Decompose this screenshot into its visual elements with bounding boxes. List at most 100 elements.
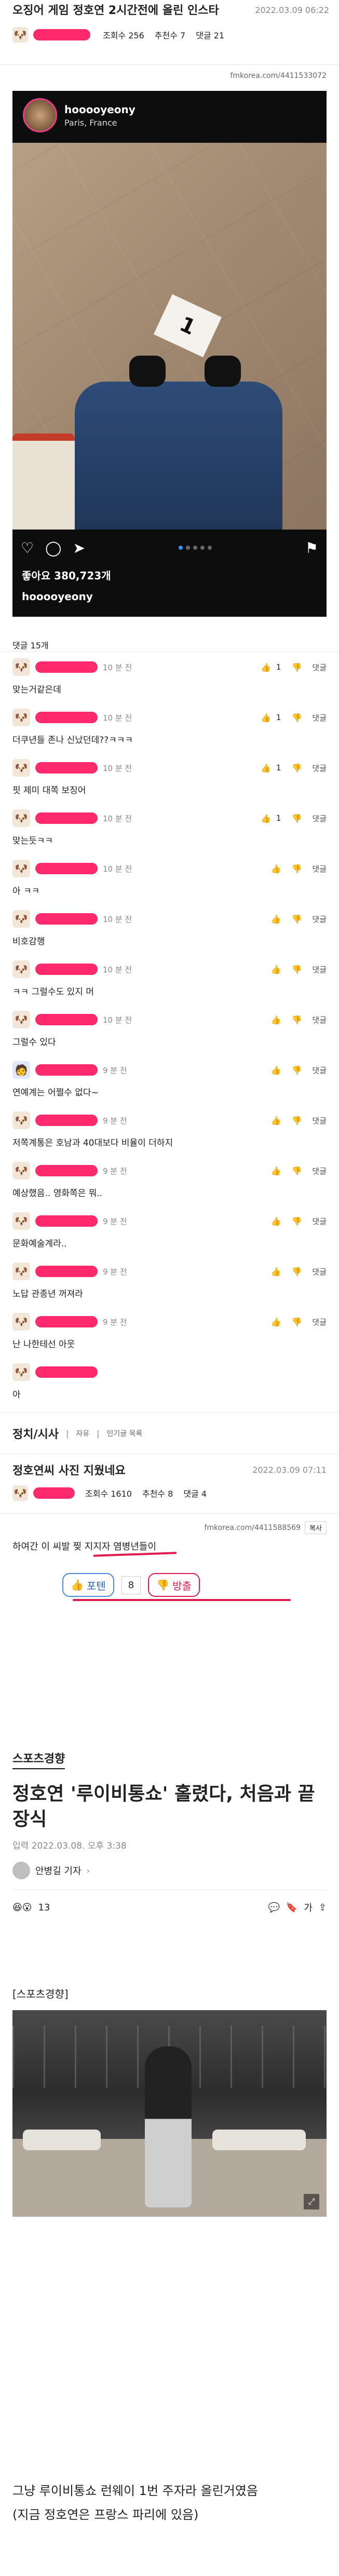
like-icon[interactable]: 👍 <box>261 814 271 823</box>
commenter-avatar[interactable]: 🐶 <box>12 1011 30 1028</box>
vote-down-button[interactable]: 👎 방출 <box>148 1573 200 1597</box>
source-url[interactable]: fmkorea.com/4411533072 <box>230 72 327 80</box>
dislike-icon[interactable]: 👎 <box>291 1216 302 1226</box>
dislike-icon[interactable]: 👎 <box>291 914 302 924</box>
commenter-avatar[interactable]: 🐶 <box>12 1162 30 1179</box>
instagram-caption-username[interactable]: hooooyeony <box>22 590 93 603</box>
like-icon[interactable]: 👍 <box>271 1116 281 1126</box>
commenter-name-redacted <box>35 1115 98 1126</box>
reply-button[interactable]: 댓글 <box>312 813 327 824</box>
dislike-icon[interactable]: 👎 <box>291 1116 302 1126</box>
instagram-photo[interactable]: 1 <box>12 143 327 530</box>
comment-icon[interactable]: ◯ <box>45 539 61 557</box>
like-icon[interactable]: 👍 <box>271 1267 281 1277</box>
instagram-location[interactable]: Paris, France <box>64 118 135 128</box>
post2-datetime: 2022.03.09 07:11 <box>252 1465 327 1475</box>
board-category[interactable]: 정치/시사 <box>12 1425 59 1442</box>
reporter-name[interactable]: 안병길 기자 <box>35 1864 82 1877</box>
commenter-name-redacted <box>35 1165 98 1176</box>
instagram-embed: hooooyeony Paris, France 1 ♡ ◯ ➤ ⚑ 좋아요 3… <box>12 91 327 617</box>
commenter-avatar[interactable]: 🐶 <box>12 1111 30 1129</box>
reply-button[interactable]: 댓글 <box>312 763 327 774</box>
reaction-emoji-icon[interactable]: 😆😮 <box>12 1902 32 1913</box>
reply-button[interactable]: 댓글 <box>312 1165 327 1176</box>
share-icon[interactable]: ➤ <box>73 539 85 557</box>
like-icon[interactable]: 👍 <box>271 1216 281 1226</box>
commenter-avatar[interactable]: 🐶 <box>12 709 30 726</box>
reply-button[interactable]: 댓글 <box>312 662 327 673</box>
like-icon[interactable]: 👍 <box>271 864 281 874</box>
dislike-icon[interactable]: 👎 <box>291 763 302 773</box>
dislike-icon[interactable]: 👎 <box>291 1015 302 1025</box>
tab-popular[interactable]: 인기글 목록 <box>107 1428 143 1439</box>
post2-source-url[interactable]: fmkorea.com/4411588569 <box>205 1524 301 1532</box>
author-avatar[interactable]: 🐶 <box>12 26 28 43</box>
reply-button[interactable]: 댓글 <box>312 712 327 723</box>
reply-button[interactable]: 댓글 <box>312 863 327 874</box>
comment-text: 아 <box>12 1390 21 1400</box>
chevron-right-icon[interactable]: › <box>87 1866 90 1876</box>
dislike-icon[interactable]: 👎 <box>291 1267 302 1277</box>
recommend-count: 추천수 7 <box>154 30 186 40</box>
commenter-avatar[interactable]: 🐶 <box>12 910 30 928</box>
reply-button[interactable]: 댓글 <box>312 1065 327 1076</box>
dislike-icon[interactable]: 👎 <box>291 662 302 672</box>
commenter-avatar[interactable]: 🐶 <box>12 960 30 978</box>
like-icon[interactable]: 👍 <box>271 1166 281 1176</box>
like-icon[interactable]: 👍 <box>261 763 271 773</box>
commenter-avatar[interactable]: 🐶 <box>12 1212 30 1230</box>
comment-text: 맞는거같은데 <box>12 685 61 695</box>
commenter-avatar[interactable]: 🐶 <box>12 809 30 827</box>
bookmark-outline-icon[interactable]: 🔖 <box>286 1902 297 1913</box>
like-icon[interactable]: 👍 <box>271 1065 281 1075</box>
dislike-icon[interactable]: 👎 <box>291 1166 302 1176</box>
commenter-avatar[interactable]: 🐶 <box>12 1363 30 1381</box>
commenter-avatar[interactable]: 🐶 <box>12 860 30 877</box>
instagram-avatar[interactable] <box>23 98 57 132</box>
reply-button[interactable]: 댓글 <box>312 1115 327 1126</box>
dislike-icon[interactable]: 👎 <box>291 864 302 874</box>
post2-author-avatar[interactable]: 🐶 <box>12 1485 28 1501</box>
reply-button[interactable]: 댓글 <box>312 1266 327 1277</box>
comment-time: 10 분 전 <box>103 1015 132 1025</box>
bookmark-icon[interactable]: ⚑ <box>305 539 318 557</box>
commenter-name-redacted <box>35 863 98 874</box>
reply-button[interactable]: 댓글 <box>312 1014 327 1025</box>
like-icon[interactable]: 👍 <box>261 662 271 672</box>
reply-button[interactable]: 댓글 <box>312 964 327 975</box>
copy-button[interactable]: 복사 <box>305 1521 327 1534</box>
commenter-avatar[interactable]: 🧑 <box>12 1061 30 1079</box>
commenter-avatar[interactable]: 🐶 <box>12 759 30 777</box>
vote-up-button[interactable]: 👍 포텐 <box>62 1573 114 1597</box>
share-arrow-icon[interactable]: ⇪ <box>319 1902 327 1913</box>
dislike-icon[interactable]: 👎 <box>291 1065 302 1075</box>
heart-icon[interactable]: ♡ <box>21 539 34 557</box>
reply-button[interactable]: 댓글 <box>312 1216 327 1227</box>
like-icon[interactable]: 👍 <box>271 1015 281 1025</box>
tab-free[interactable]: 자유 <box>76 1428 89 1439</box>
article-publisher[interactable]: 스포츠경향 <box>12 1750 65 1769</box>
font-size-icon[interactable]: 가 <box>304 1901 313 1914</box>
reporter-avatar[interactable] <box>12 1862 30 1880</box>
comment-time: 9 분 전 <box>103 1267 127 1277</box>
instagram-username[interactable]: hooooyeony <box>64 103 135 116</box>
dislike-icon[interactable]: 👎 <box>291 1317 302 1327</box>
dislike-icon[interactable]: 👎 <box>291 814 302 823</box>
zoom-icon[interactable]: ⤢ <box>304 2194 319 2209</box>
reply-button[interactable]: 댓글 <box>312 914 327 925</box>
commenter-name-redacted <box>35 661 98 673</box>
dislike-icon[interactable]: 👎 <box>291 965 302 974</box>
commenter-avatar[interactable]: 🐶 <box>12 1263 30 1280</box>
like-icon[interactable]: 👍 <box>271 965 281 974</box>
runway-photo[interactable]: ⤢ <box>12 2010 327 2217</box>
dislike-icon[interactable]: 👎 <box>291 713 302 723</box>
chat-icon[interactable]: 💬 <box>268 1902 280 1913</box>
like-icon[interactable]: 👍 <box>271 914 281 924</box>
reply-button[interactable]: 댓글 <box>312 1317 327 1327</box>
like-icon[interactable]: 👍 <box>261 713 271 723</box>
commenter-avatar[interactable]: 🐶 <box>12 1313 30 1331</box>
views-count: 조회수 256 <box>103 30 144 40</box>
comment-time: 9 분 전 <box>103 1216 127 1226</box>
commenter-avatar[interactable]: 🐶 <box>12 658 30 676</box>
like-icon[interactable]: 👍 <box>271 1317 281 1327</box>
